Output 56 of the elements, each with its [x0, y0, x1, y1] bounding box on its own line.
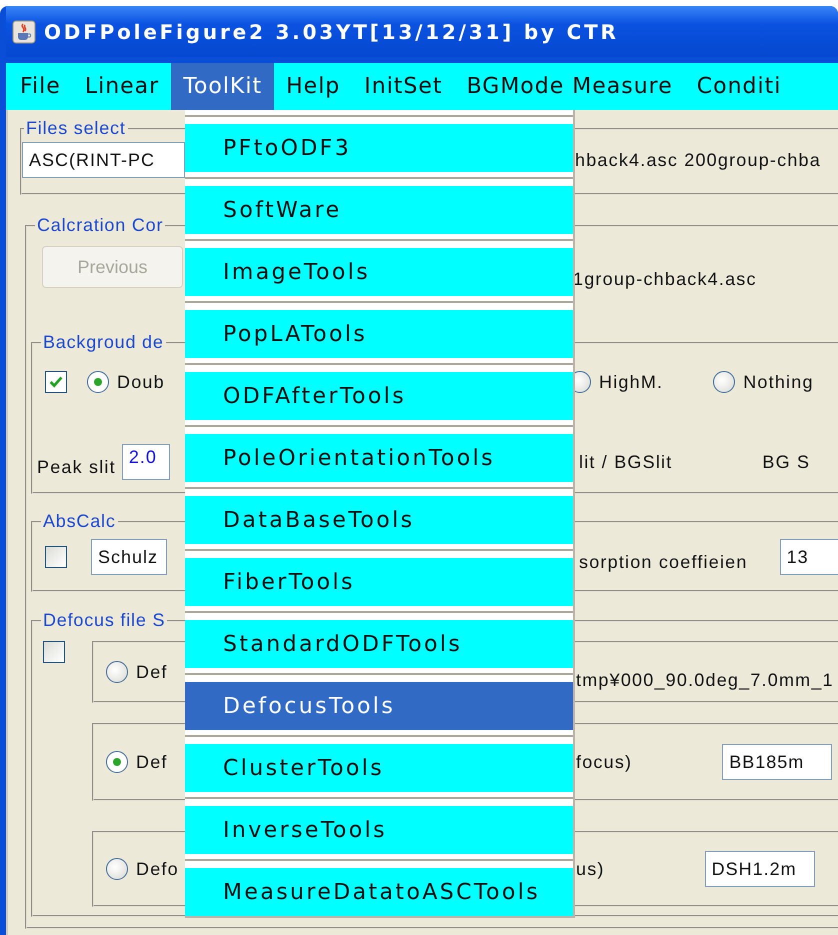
input-field[interactable]: DSH1.2m [704, 851, 815, 887]
menu-item[interactable]: PoleOrientationTools [185, 434, 573, 482]
label: focus) [576, 752, 632, 772]
menu-item[interactable]: Conditi [684, 63, 794, 110]
menu-item[interactable]: PopLATools [185, 310, 573, 358]
input-field[interactable]: BB185m [722, 744, 832, 780]
label: 1group-chback4.asc [573, 269, 757, 290]
coffee-cup-icon [12, 20, 36, 44]
menu-item[interactable]: MeasureDatatoASCTools [185, 868, 573, 916]
group-title: AbsCalc [42, 511, 117, 532]
label: sorption coeffieien [579, 552, 748, 572]
label: lit / BGSlit [579, 452, 672, 472]
input-field[interactable]: ASC(RINT-PC [22, 142, 185, 178]
checkbox[interactable] [43, 641, 65, 663]
label: Def [136, 752, 168, 772]
input-field[interactable]: 2.0 [122, 444, 170, 480]
checkbox[interactable] [45, 546, 67, 568]
input-field[interactable]: 13 [780, 539, 838, 575]
label: Doub [117, 372, 165, 392]
radio-button[interactable] [106, 751, 128, 773]
label: hback4.asc 200group-chba [575, 150, 821, 170]
radio-button[interactable] [106, 661, 128, 683]
menu-item[interactable]: Linear [72, 63, 172, 110]
radio-button[interactable] [713, 371, 736, 393]
checkbox[interactable] [45, 371, 67, 393]
menu-item[interactable]: SoftWare [185, 186, 573, 234]
menu-item[interactable]: ODFAfterTools [185, 372, 573, 420]
group-title: Calcration Cor [36, 215, 164, 236]
radio-button[interactable] [106, 858, 128, 880]
menu-item[interactable]: BGMode Measure [454, 63, 685, 110]
menu-item[interactable]: PFtoODF3 [185, 124, 573, 172]
label: tmp¥000_90.0deg_7.0mm_1 [576, 670, 834, 690]
menu-item[interactable]: File [8, 63, 73, 110]
label: BG S [762, 452, 810, 472]
menu-item[interactable]: Help [274, 63, 352, 110]
menu-item[interactable]: InverseTools [185, 806, 573, 854]
group-title: Files select [25, 118, 127, 139]
group-title: Backgroud de [42, 332, 165, 353]
menu-item[interactable]: StandardODFTools [185, 620, 573, 668]
label: Def [136, 662, 168, 682]
label: us) [576, 858, 605, 880]
menu-item[interactable]: FiberTools [185, 558, 573, 606]
group-title: Defocus file S [42, 610, 166, 631]
input-field[interactable]: Schulz [91, 539, 167, 575]
menu-item[interactable]: DataBaseTools [185, 496, 573, 544]
menu-item[interactable]: InitSet [352, 63, 455, 110]
label: Peak slit [37, 456, 116, 478]
menu-item[interactable]: DefocusTools [185, 682, 573, 730]
label: Nothing [743, 372, 814, 392]
label: Defo [136, 858, 179, 880]
menu-item[interactable]: ClusterTools [185, 744, 573, 792]
menu-item[interactable]: ToolKit [171, 63, 274, 110]
window-title: ODFPoleFigure2 3.03YT[13/12/31] by CTR [44, 20, 619, 44]
label: HighM. [599, 372, 664, 392]
menu-item[interactable]: ImageTools [185, 248, 573, 296]
radio-button[interactable] [87, 371, 109, 393]
